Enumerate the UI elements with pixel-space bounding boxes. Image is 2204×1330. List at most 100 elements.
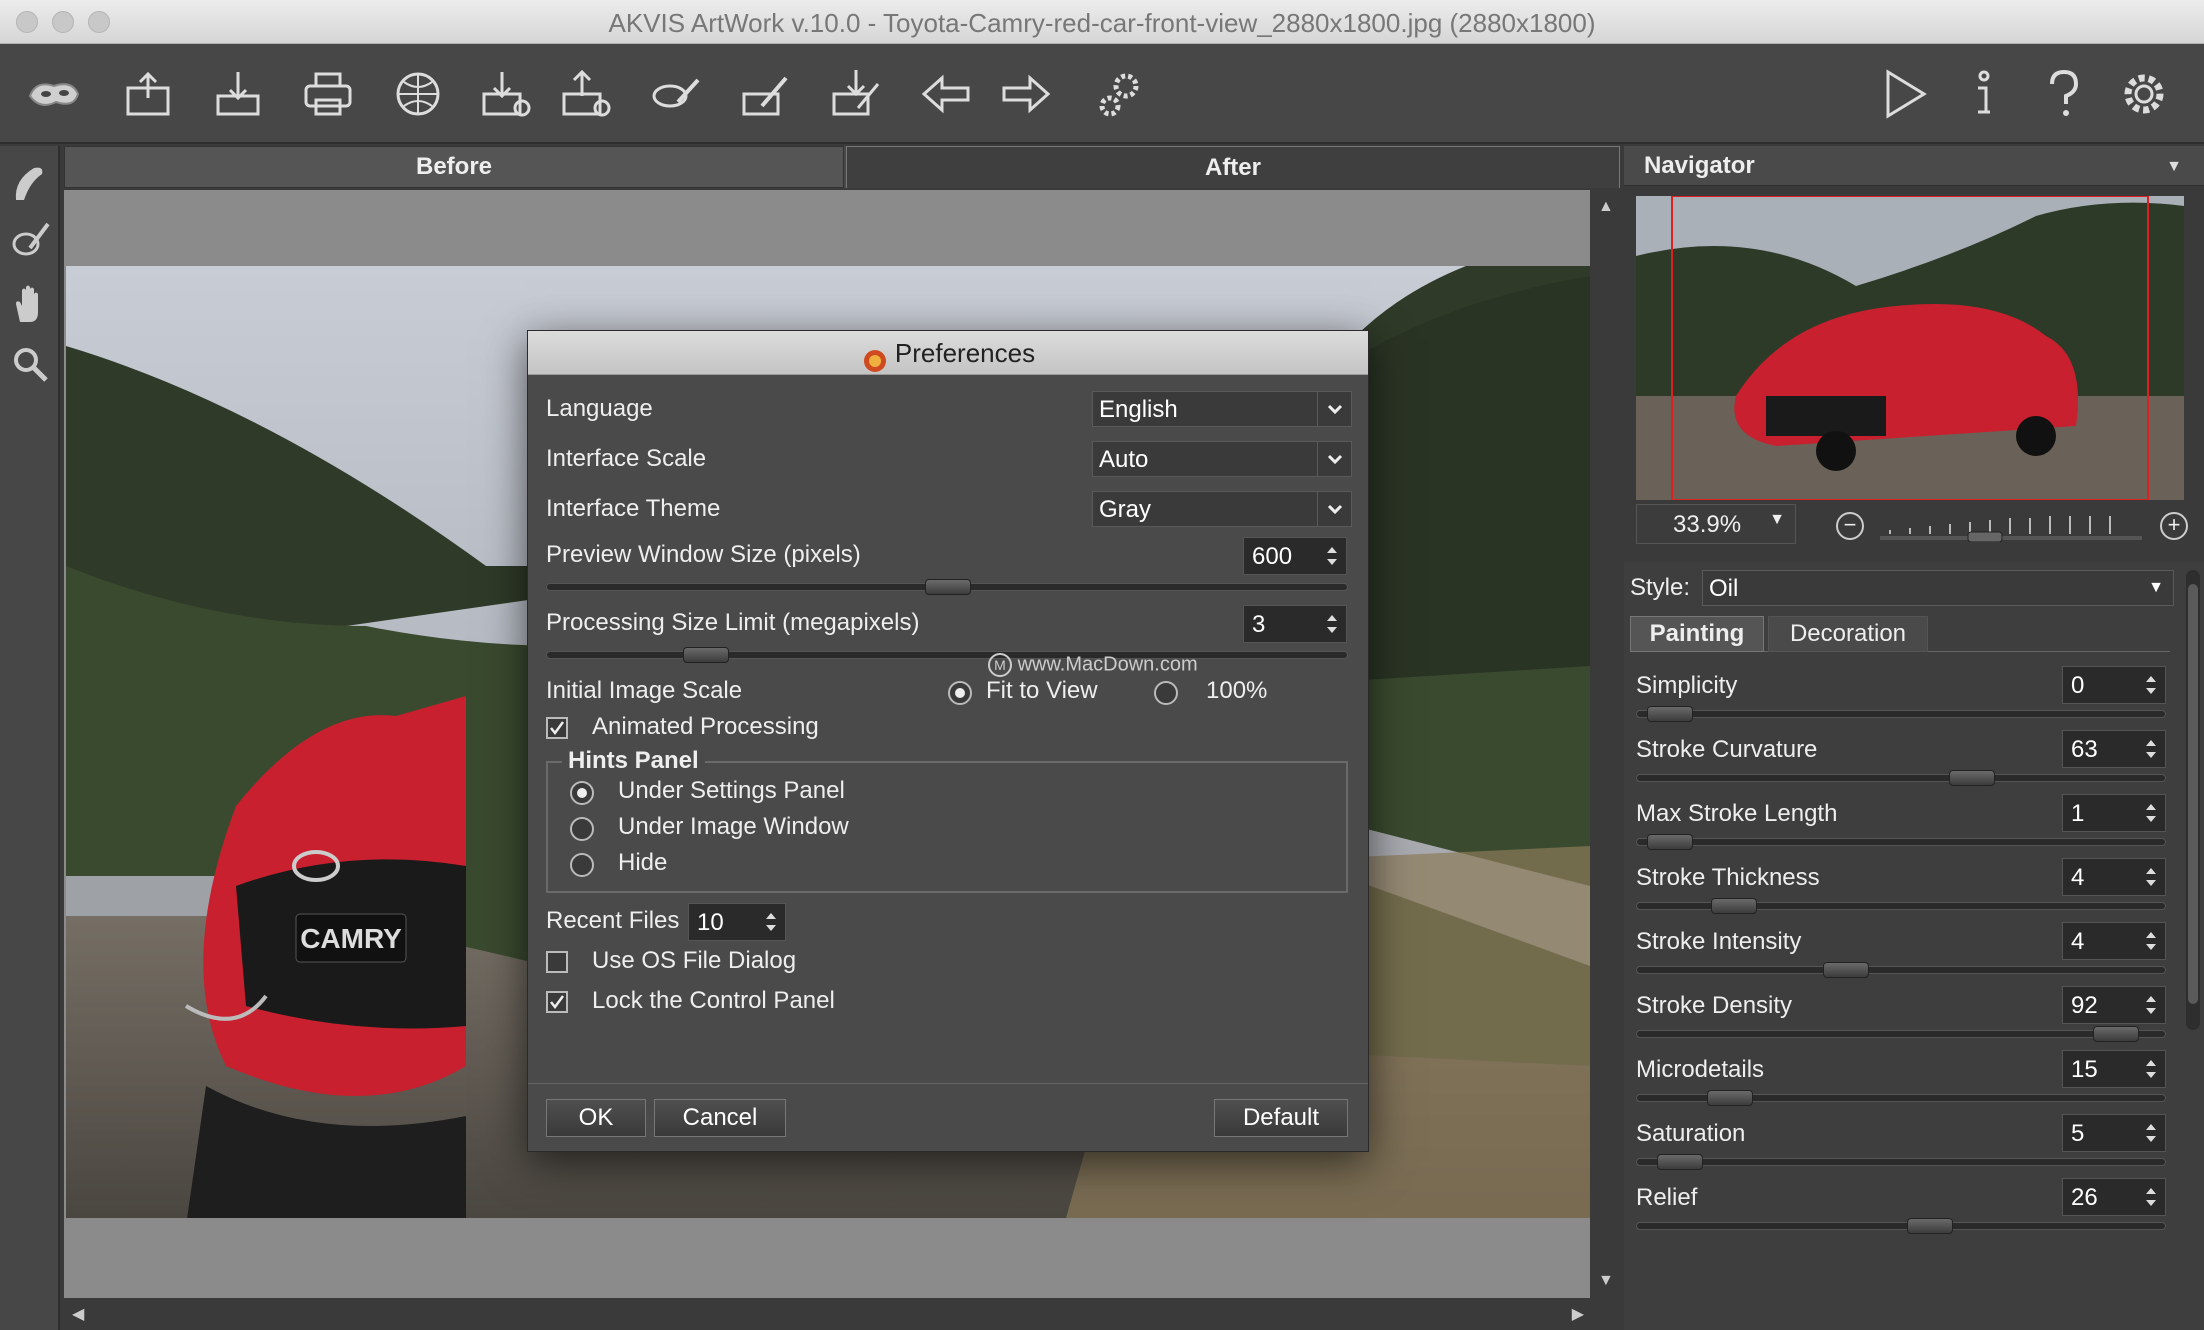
param-slider-thumb[interactable] (1823, 962, 1869, 978)
tab-painting[interactable]: Painting (1630, 616, 1764, 652)
style-select[interactable]: Oil ▼ (1702, 570, 2174, 606)
navigator-header[interactable]: Navigator ▼ (1624, 146, 2204, 186)
param-slider-thumb[interactable] (1647, 706, 1693, 722)
scroll-right-icon[interactable]: ▶ (1572, 1304, 1584, 1324)
chevron-down-icon[interactable] (1317, 442, 1351, 476)
info-icon[interactable] (1954, 64, 2014, 124)
param-slider[interactable] (1636, 1154, 2166, 1170)
param-slider-thumb[interactable] (1907, 1218, 1953, 1234)
param-slider[interactable] (1636, 706, 2166, 722)
spinner-arrows-icon[interactable] (2143, 1055, 2159, 1083)
zoom-combo[interactable]: 33.9% ▼ (1636, 504, 1796, 544)
cancel-button[interactable]: Cancel (654, 1099, 786, 1137)
param-slider[interactable] (1636, 834, 2166, 850)
zoom-in-icon[interactable]: + (2160, 512, 2188, 540)
param-slider[interactable] (1636, 898, 2166, 914)
spinner-arrows-icon[interactable] (2143, 1119, 2159, 1147)
preview-size-slider[interactable] (546, 579, 1348, 595)
zoom-dropdown-icon[interactable]: ▼ (1769, 511, 1785, 529)
spinner-arrows-icon[interactable] (2143, 1183, 2159, 1211)
param-slider[interactable] (1636, 962, 2166, 978)
fit-to-view-radio[interactable] (948, 681, 972, 705)
batch-settings-icon[interactable] (1090, 64, 1150, 124)
param-spinner[interactable]: 15 (2062, 1050, 2166, 1088)
tab-before[interactable]: Before (64, 146, 844, 188)
param-slider[interactable] (1636, 770, 2166, 786)
redo-icon[interactable] (996, 64, 1056, 124)
param-spinner[interactable]: 4 (2062, 922, 2166, 960)
param-slider[interactable] (1636, 1218, 2166, 1234)
spinner-arrows-icon[interactable] (763, 908, 779, 936)
param-slider-thumb[interactable] (1657, 1154, 1703, 1170)
animated-processing-checkbox[interactable] (546, 717, 568, 739)
spinner-arrows-icon[interactable] (2143, 863, 2159, 891)
lock-control-panel-checkbox[interactable] (546, 991, 568, 1013)
panel-scrollbar[interactable] (2186, 570, 2200, 1030)
param-spinner[interactable]: 5 (2062, 1114, 2166, 1152)
param-spinner[interactable]: 92 (2062, 986, 2166, 1024)
param-spinner[interactable]: 63 (2062, 730, 2166, 768)
hand-icon[interactable] (8, 282, 52, 326)
zoom-slider[interactable] (1880, 512, 2142, 543)
load-preset-icon[interactable] (736, 64, 796, 124)
style-dropdown-icon[interactable]: ▼ (2139, 571, 2173, 605)
chevron-down-icon[interactable] (1317, 492, 1351, 526)
param-slider-thumb[interactable] (2093, 1026, 2139, 1042)
recent-files-spinner[interactable]: 10 (688, 903, 786, 941)
scale-select[interactable]: Auto (1092, 441, 1352, 477)
horizontal-scrollbar[interactable]: ◀ ▶ (64, 1298, 1592, 1330)
preview-size-spinner[interactable]: 600 (1243, 537, 1347, 575)
param-slider-thumb[interactable] (1711, 898, 1757, 914)
os-file-dialog-checkbox[interactable] (546, 951, 568, 973)
spinner-arrows-icon[interactable] (2143, 735, 2159, 763)
preferences-icon[interactable] (2114, 64, 2174, 124)
default-button[interactable]: Default (1214, 1099, 1348, 1137)
param-slider[interactable] (1636, 1090, 2166, 1106)
eraser-icon[interactable] (8, 218, 52, 262)
save-preset-icon[interactable] (826, 64, 886, 124)
print-icon[interactable] (298, 64, 358, 124)
hints-under-settings-radio[interactable] (570, 781, 594, 805)
language-select[interactable]: English (1092, 391, 1352, 427)
param-slider-thumb[interactable] (1949, 770, 1995, 786)
spinner-arrows-icon[interactable] (2143, 927, 2159, 955)
param-slider-thumb[interactable] (1647, 834, 1693, 850)
param-slider[interactable] (1636, 1026, 2166, 1042)
param-spinner[interactable]: 0 (2062, 666, 2166, 704)
scroll-up-icon[interactable]: ▲ (1598, 198, 1614, 216)
open-icon[interactable] (118, 64, 178, 124)
run-icon[interactable] (1874, 64, 1934, 124)
import-icon[interactable] (476, 64, 536, 124)
brush-strokes-icon[interactable] (646, 64, 706, 124)
scroll-left-icon[interactable]: ◀ (72, 1304, 84, 1324)
panel-scroll-thumb[interactable] (2188, 584, 2198, 1004)
zoom-icon[interactable] (8, 342, 52, 386)
help-icon[interactable] (2034, 64, 2094, 124)
processing-limit-spinner[interactable]: 3 (1243, 605, 1347, 643)
hints-hide-radio[interactable] (570, 853, 594, 877)
zoom-out-icon[interactable]: − (1836, 512, 1864, 540)
chevron-down-icon[interactable] (1317, 392, 1351, 426)
spinner-arrows-icon[interactable] (1324, 610, 1340, 638)
vertical-scrollbar[interactable]: ▲ ▼ (1592, 190, 1620, 1298)
logo-mask-icon[interactable] (14, 64, 94, 124)
param-spinner[interactable]: 26 (2062, 1178, 2166, 1216)
ok-button[interactable]: OK (546, 1099, 646, 1137)
spinner-arrows-icon[interactable] (2143, 991, 2159, 1019)
brush-icon[interactable] (8, 160, 52, 204)
navigator-thumbnail[interactable] (1636, 195, 2184, 501)
spinner-arrows-icon[interactable] (1324, 542, 1340, 570)
tab-decoration[interactable]: Decoration (1768, 616, 1928, 652)
processing-limit-slider[interactable] (546, 647, 1348, 663)
share-icon[interactable] (388, 64, 448, 124)
theme-select[interactable]: Gray (1092, 491, 1352, 527)
hints-under-image-radio[interactable] (570, 817, 594, 841)
param-spinner[interactable]: 4 (2062, 858, 2166, 896)
undo-icon[interactable] (916, 64, 976, 124)
spinner-arrows-icon[interactable] (2143, 671, 2159, 699)
param-spinner[interactable]: 1 (2062, 794, 2166, 832)
export-icon[interactable] (556, 64, 616, 124)
tab-after[interactable]: After (846, 146, 1620, 188)
save-icon[interactable] (208, 64, 268, 124)
scroll-down-icon[interactable]: ▼ (1598, 1272, 1614, 1290)
